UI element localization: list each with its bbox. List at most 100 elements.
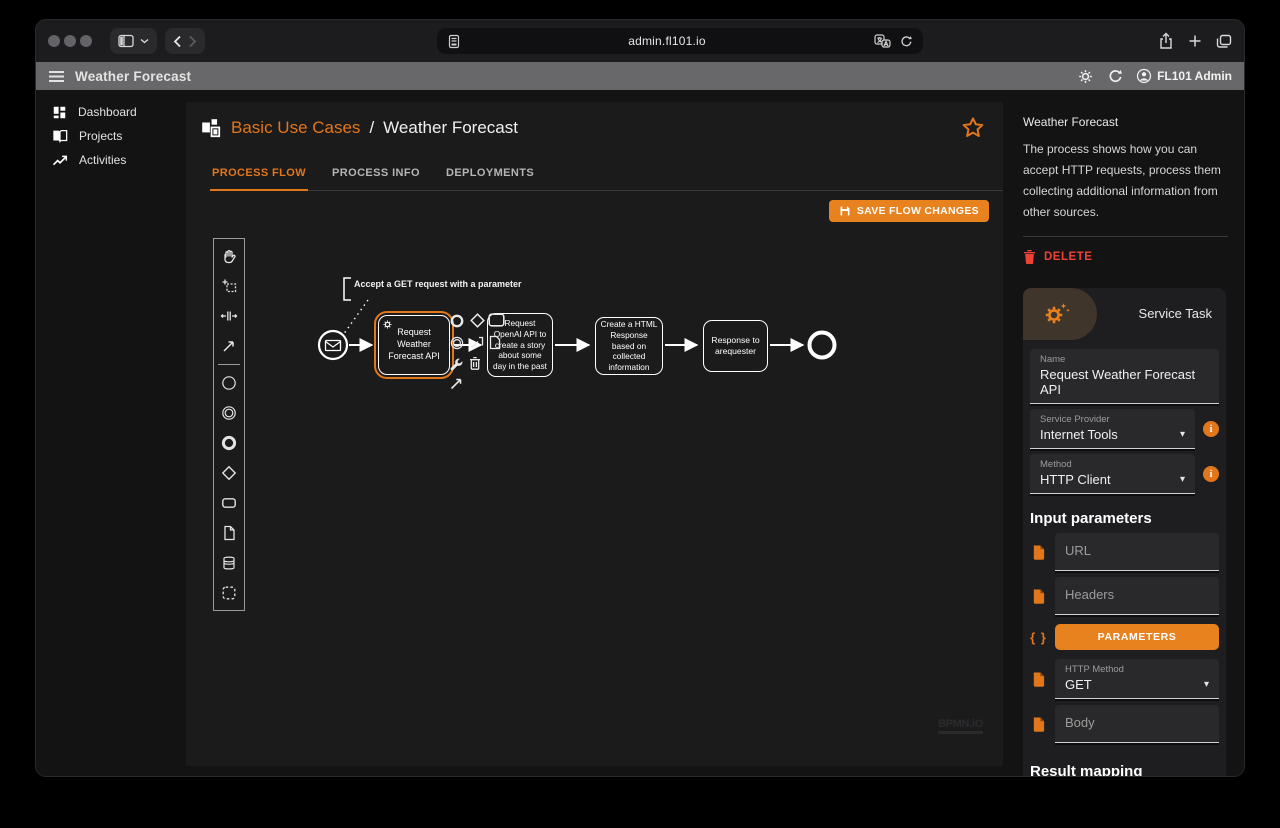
- process-flow-icon: [200, 117, 222, 139]
- refresh-icon[interactable]: [1107, 68, 1123, 84]
- app-body: Dashboard Projects Activities Basic Use …: [36, 90, 1244, 776]
- service-provider-info-icon[interactable]: i: [1203, 421, 1219, 437]
- minimize-window-button[interactable]: [64, 35, 76, 47]
- create-end-event-tool[interactable]: [214, 428, 244, 458]
- sidebar-toggle-button[interactable]: [110, 28, 157, 54]
- headers-placeholder: Headers: [1065, 582, 1209, 608]
- zoom-window-button[interactable]: [80, 35, 92, 47]
- hand-tool[interactable]: [214, 241, 244, 271]
- body-field[interactable]: Body: [1055, 705, 1219, 743]
- projects-icon: [52, 129, 68, 143]
- translate-icon[interactable]: [874, 34, 891, 48]
- append-end-event-icon[interactable]: [449, 313, 465, 329]
- create-data-store-tool[interactable]: [214, 548, 244, 578]
- space-tool[interactable]: [214, 301, 244, 331]
- sidebar-toggle-icon: [118, 34, 134, 48]
- method-select[interactable]: Method HTTP Client▾: [1030, 454, 1195, 494]
- headers-field[interactable]: Headers: [1055, 577, 1219, 615]
- process-title: Weather Forecast: [1023, 115, 1240, 129]
- create-intermediate-event-tool[interactable]: [214, 398, 244, 428]
- text-parameter-icon: [1031, 588, 1046, 605]
- user-avatar-icon: [1136, 68, 1152, 84]
- close-window-button[interactable]: [48, 35, 60, 47]
- save-button-label: SAVE FLOW CHANGES: [857, 205, 979, 217]
- sidebar-item-activities[interactable]: Activities: [36, 148, 186, 172]
- bpmn-io-logo[interactable]: BPMN.iO: [938, 718, 983, 734]
- url-text: admin.fl101.io: [461, 34, 874, 48]
- trash-icon[interactable]: [468, 356, 482, 371]
- text-annotation[interactable]: Accept a GET request with a parameter: [354, 279, 534, 289]
- browser-window: admin.fl101.io Weather Forecast FL101 Ad…: [36, 20, 1244, 776]
- browser-toolbar: admin.fl101.io: [36, 20, 1244, 62]
- delete-trash-icon: [1023, 249, 1036, 264]
- task-request-weather[interactable]: Request Weather Forecast API: [378, 315, 450, 375]
- http-method-value: GET: [1065, 677, 1092, 692]
- wrench-icon[interactable]: [449, 357, 464, 372]
- user-name: FL101 Admin: [1157, 69, 1232, 83]
- name-field-label: Name: [1040, 354, 1209, 365]
- sidebar-item-label: Projects: [79, 129, 122, 143]
- result-mapping-heading: Result mapping: [1030, 763, 1219, 776]
- sidebar-item-label: Dashboard: [78, 105, 137, 119]
- method-info-icon[interactable]: i: [1203, 466, 1219, 482]
- reader-icon[interactable]: [447, 34, 461, 49]
- tab-deployments[interactable]: DEPLOYMENTS: [444, 161, 536, 190]
- task-response[interactable]: Response to arequester: [703, 320, 768, 372]
- task-label: Create a HTML Response based on collecte…: [599, 319, 659, 373]
- reload-icon[interactable]: [899, 34, 913, 48]
- main-panel: Basic Use Cases / Weather Forecast PROCE…: [186, 102, 1003, 766]
- create-subprocess-tool[interactable]: [214, 578, 244, 608]
- service-provider-select[interactable]: Service Provider Internet Tools▾: [1030, 409, 1195, 449]
- create-task-tool[interactable]: [214, 488, 244, 518]
- name-field[interactable]: Name Request Weather Forecast API: [1030, 349, 1219, 404]
- create-data-object-tool[interactable]: [214, 518, 244, 548]
- menu-icon[interactable]: [48, 70, 65, 83]
- append-data-icon[interactable]: [489, 335, 501, 350]
- body-placeholder: Body: [1065, 710, 1209, 736]
- back-icon[interactable]: [173, 35, 182, 48]
- method-value: HTTP Client: [1040, 472, 1111, 487]
- palette-separator: [218, 364, 240, 365]
- tab-bar: PROCESS FLOW PROCESS INFO DEPLOYMENTS: [210, 161, 1003, 191]
- favorite-star-icon[interactable]: [961, 116, 985, 140]
- dashboard-icon: [52, 105, 67, 120]
- lasso-tool[interactable]: [214, 271, 244, 301]
- share-icon[interactable]: [1158, 32, 1174, 50]
- sidebar-item-projects[interactable]: Projects: [36, 124, 186, 148]
- context-pad: [449, 309, 509, 393]
- append-gateway-icon[interactable]: [469, 312, 486, 329]
- create-gateway-tool[interactable]: [214, 458, 244, 488]
- delete-label: DELETE: [1044, 251, 1092, 263]
- user-menu[interactable]: FL101 Admin: [1136, 68, 1232, 84]
- chevron-down-icon: ▾: [1180, 474, 1185, 485]
- global-connect-tool[interactable]: [214, 331, 244, 361]
- new-tab-icon[interactable]: [1188, 34, 1202, 48]
- service-task-gear-sparkle-icon: [1043, 301, 1070, 327]
- parameters-button[interactable]: PARAMETERS: [1055, 624, 1219, 650]
- task-create-html[interactable]: Create a HTML Response based on collecte…: [595, 317, 663, 375]
- connect-arrow-icon[interactable]: [449, 376, 464, 391]
- address-bar[interactable]: admin.fl101.io: [437, 28, 923, 54]
- tab-process-flow[interactable]: PROCESS FLOW: [210, 161, 308, 191]
- http-method-select[interactable]: HTTP Method GET▾: [1055, 659, 1219, 699]
- app-header: Weather Forecast FL101 Admin: [36, 62, 1244, 90]
- save-icon: [839, 205, 851, 217]
- create-start-event-tool[interactable]: [214, 368, 244, 398]
- url-field[interactable]: URL: [1055, 533, 1219, 571]
- delete-button[interactable]: DELETE: [1023, 249, 1240, 264]
- sidebar-item-dashboard[interactable]: Dashboard: [36, 100, 186, 124]
- chevron-down-icon: ▾: [1180, 429, 1185, 440]
- settings-gear-icon[interactable]: [1077, 68, 1094, 85]
- text-parameter-icon: [1031, 671, 1046, 688]
- save-flow-changes-button[interactable]: SAVE FLOW CHANGES: [829, 200, 989, 222]
- breadcrumb-separator: /: [369, 118, 374, 138]
- sidebar: Dashboard Projects Activities: [36, 90, 186, 172]
- append-intermediate-event-icon[interactable]: [449, 335, 465, 351]
- append-task-icon[interactable]: [488, 313, 505, 327]
- traffic-lights: [48, 35, 96, 47]
- breadcrumb-parent[interactable]: Basic Use Cases: [231, 118, 360, 138]
- tab-process-info[interactable]: PROCESS INFO: [330, 161, 422, 190]
- tabs-overview-icon[interactable]: [1216, 34, 1232, 49]
- append-annotation-icon[interactable]: [470, 335, 485, 350]
- forward-icon[interactable]: [188, 35, 197, 48]
